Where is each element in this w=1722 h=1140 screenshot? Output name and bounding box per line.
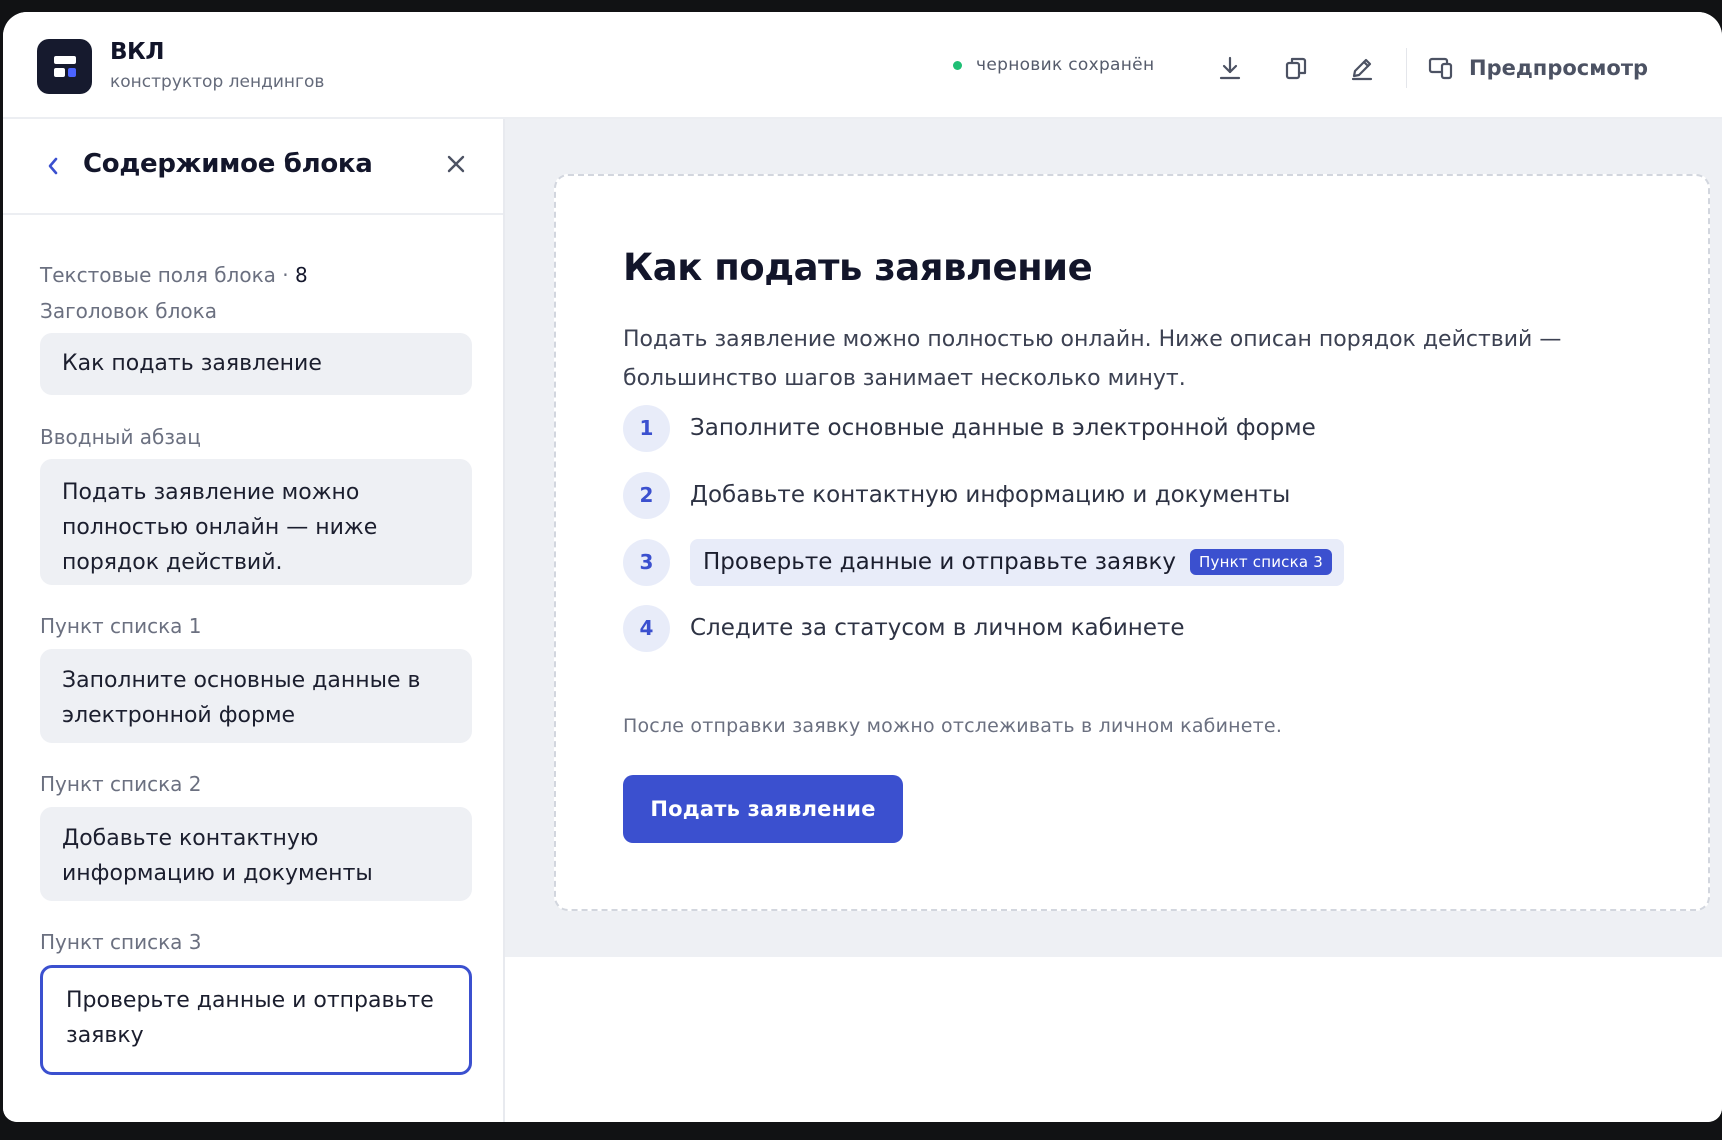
step-text: Проверьте данные и отправьте заявку — [703, 549, 1177, 575]
field-label-item-1: Пункт списка 1 — [40, 614, 202, 638]
preview-label: Предпросмотр — [1469, 56, 1649, 80]
landing-block[interactable]: Как подать заявление Подать заявление мо… — [554, 174, 1710, 911]
field-label-item-3: Пункт списка 3 — [40, 930, 202, 954]
panel-header: Содержимое блока — [3, 119, 503, 215]
step-item: 1 Заполните основные данные в электронно… — [623, 404, 1316, 452]
step-item: 4 Следите за статусом в личном кабинете — [623, 604, 1185, 652]
app-title: ВКЛ — [110, 39, 164, 65]
block-title: Как подать заявление — [623, 246, 1093, 289]
field-label-item-2: Пункт списка 2 — [40, 772, 202, 796]
field-input-heading[interactable]: Как подать заявление — [40, 333, 472, 395]
field-input-item-1[interactable]: Заполните основные данные в электронной … — [40, 649, 472, 743]
step-text: Добавьте контактную информацию и докумен… — [690, 482, 1291, 508]
block-intro: Подать заявление можно полностью онлайн.… — [623, 327, 1562, 391]
step-number: 1 — [623, 404, 670, 452]
close-panel-button[interactable] — [441, 149, 471, 179]
step-highlight: Проверьте данные и отправьте заявку Пунк… — [690, 538, 1344, 586]
field-label-intro: Вводный абзац — [40, 425, 201, 449]
preview-canvas: Как подать заявление Подать заявление мо… — [505, 119, 1722, 1122]
edit-icon — [1351, 58, 1373, 81]
header-divider — [1406, 48, 1407, 88]
save-status: черновик сохранён — [953, 55, 1154, 75]
panel-title: Содержимое блока — [83, 149, 373, 179]
app-subtitle: конструктор лендингов — [110, 72, 325, 92]
app-window: ВКЛ конструктор лендингов черновик сохра… — [3, 12, 1722, 1122]
step-item-selected[interactable]: 3 Проверьте данные и отправьте заявку Пу… — [623, 538, 1344, 586]
status-dot — [953, 60, 962, 70]
field-label-heading: Заголовок блока — [40, 299, 217, 323]
chevron-left-icon — [48, 157, 58, 175]
step-number: 3 — [623, 538, 670, 586]
close-icon — [447, 155, 465, 173]
duplicate-button[interactable] — [1279, 51, 1313, 85]
step-number: 2 — [623, 471, 670, 519]
copy-icon — [1285, 57, 1307, 80]
field-badge: Пункт списка 3 — [1190, 549, 1332, 575]
step-text: Заполните основные данные в электронной … — [690, 415, 1316, 441]
top-bar: ВКЛ конструктор лендингов черновик сохра… — [3, 12, 1722, 119]
preview-button[interactable]: Предпросмотр — [1427, 46, 1648, 90]
block-content-panel: Содержимое блока Текстовые поля блока · … — [3, 119, 505, 1122]
fields-count: Текстовые поля блока · 8 — [40, 263, 308, 287]
field-input-item-2[interactable]: Добавьте контактную информацию и докумен… — [40, 807, 472, 901]
download-button[interactable] — [1213, 51, 1247, 85]
preview-devices-icon — [1428, 57, 1453, 80]
status-text: черновик сохранён — [976, 55, 1155, 75]
step-text: Следите за статусом в личном кабинете — [690, 615, 1185, 641]
back-button[interactable] — [41, 151, 65, 181]
step-number: 4 — [623, 604, 670, 652]
submit-application-button[interactable]: Подать заявление — [623, 775, 903, 843]
step-item: 2 Добавьте контактную информацию и докум… — [623, 471, 1290, 519]
field-input-intro[interactable]: Подать заявление можно полностью онлайн … — [40, 459, 472, 585]
fields-count-value: 8 — [294, 263, 308, 287]
download-icon — [1219, 56, 1241, 80]
app-logo — [37, 39, 92, 94]
field-input-item-3[interactable]: Проверьте данные и отправьте заявку — [40, 965, 472, 1075]
block-note: После отправки заявку можно отслеживать … — [623, 715, 1283, 737]
edit-button[interactable] — [1345, 51, 1379, 85]
